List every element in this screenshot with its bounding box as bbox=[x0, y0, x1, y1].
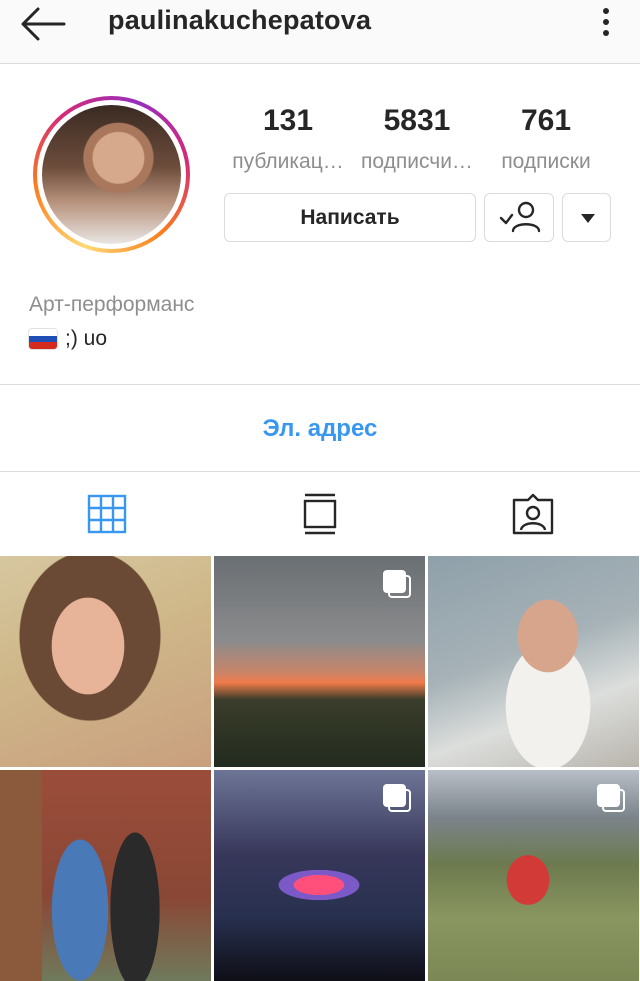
following-label: подписки bbox=[501, 150, 591, 173]
bio-text: ;) uo bbox=[65, 327, 108, 350]
email-button[interactable]: Эл. адрес bbox=[0, 386, 640, 471]
posts-grid bbox=[0, 556, 640, 981]
stat-followers[interactable]: 5831 подписчи… bbox=[352, 104, 482, 174]
profile-bio: ;) uo bbox=[29, 327, 107, 351]
profile-tabs bbox=[0, 472, 640, 556]
arrow-left-icon bbox=[21, 7, 66, 41]
story-ring[interactable] bbox=[33, 96, 190, 253]
followers-label: подписчи… bbox=[361, 150, 473, 173]
person-check-icon bbox=[499, 201, 541, 233]
profile-username: paulinakuchepatova bbox=[108, 5, 372, 35]
stat-following[interactable]: 761 подписки bbox=[486, 104, 606, 174]
carousel-icon bbox=[383, 570, 411, 598]
back-button[interactable] bbox=[18, 4, 68, 44]
post-thumbnail[interactable] bbox=[428, 770, 639, 981]
avatar[interactable] bbox=[42, 105, 181, 244]
post-thumbnail[interactable] bbox=[428, 556, 639, 767]
following-status-button[interactable] bbox=[484, 193, 554, 242]
carousel-icon bbox=[383, 784, 411, 812]
stat-posts[interactable]: 131 публикац… bbox=[224, 104, 352, 174]
followers-count: 5831 bbox=[383, 104, 451, 137]
caret-down-icon bbox=[581, 214, 595, 223]
following-count: 761 bbox=[520, 104, 572, 137]
tab-feed[interactable] bbox=[213, 472, 426, 556]
carousel-icon bbox=[597, 784, 625, 812]
feed-list-icon bbox=[303, 493, 336, 535]
grid-icon bbox=[87, 494, 126, 534]
russian-flag-icon bbox=[29, 329, 57, 349]
divider bbox=[0, 384, 640, 385]
post-thumbnail[interactable] bbox=[0, 770, 211, 981]
profile-category: Арт-перформанс bbox=[29, 293, 195, 316]
suggestions-dropdown-button[interactable] bbox=[562, 193, 611, 242]
more-options-button[interactable] bbox=[596, 5, 616, 41]
posts-count: 131 bbox=[262, 104, 314, 137]
tab-grid[interactable] bbox=[0, 472, 213, 556]
more-vertical-icon bbox=[603, 8, 609, 14]
tab-tagged[interactable] bbox=[426, 472, 639, 556]
message-button[interactable]: Написать bbox=[224, 193, 476, 242]
post-thumbnail[interactable] bbox=[214, 770, 425, 981]
post-thumbnail[interactable] bbox=[0, 556, 211, 767]
tagged-person-icon bbox=[512, 493, 553, 535]
top-bar: paulinakuchepatova bbox=[0, 0, 640, 64]
post-thumbnail[interactable] bbox=[214, 556, 425, 767]
posts-label: публикац… bbox=[232, 150, 344, 173]
